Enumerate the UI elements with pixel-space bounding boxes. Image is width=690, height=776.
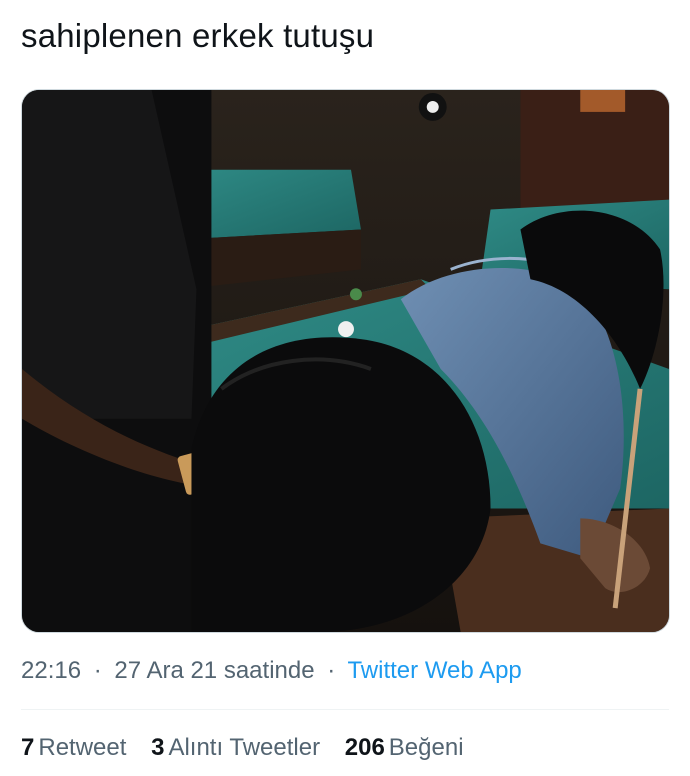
photo-illustration [22,90,669,632]
retweets-label: Retweet [38,734,127,761]
tweet-date[interactable]: 27 Ara 21 saatinde [114,657,314,684]
likes-label: Beğeni [388,734,464,761]
meta-separator: · [327,657,336,684]
retweets-stat[interactable]: 7 Retweet [21,731,126,765]
tweet-metadata: 22:16 · 27 Ara 21 saatinde · Twitter Web… [21,654,522,688]
quotes-count: 3 [151,734,165,761]
meta-separator: · [93,657,102,684]
tweet-time[interactable]: 22:16 [21,657,81,684]
tweet-text: sahiplenen erkek tutuşu [21,17,375,54]
retweets-count: 7 [21,734,35,761]
quotes-stat[interactable]: 3 Alıntı Tweetler [151,731,320,765]
tweet-stats: 7 Retweet 3 Alıntı Tweetler 206 Beğeni [21,731,482,765]
quotes-label: Alıntı Tweetler [168,734,321,761]
likes-stat[interactable]: 206 Beğeni [345,731,464,765]
likes-count: 206 [344,734,385,761]
tweet-photo[interactable] [21,89,670,633]
divider [21,709,669,710]
tweet-source-link[interactable]: Twitter Web App [347,657,521,684]
